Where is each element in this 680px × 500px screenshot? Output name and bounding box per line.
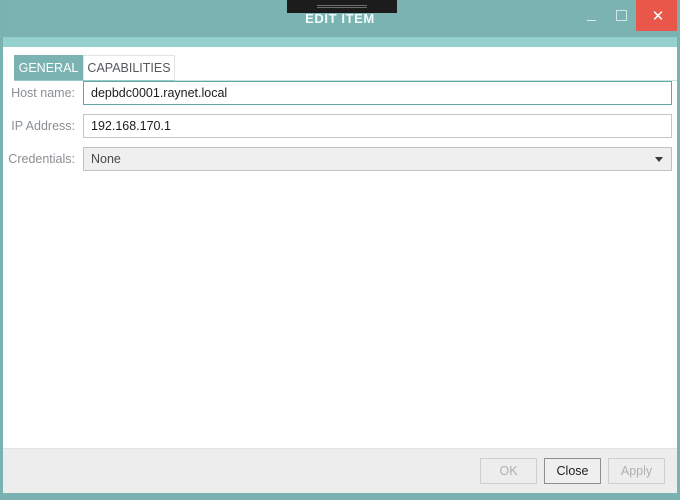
close-icon[interactable]: ✕ [636,0,677,31]
credentials-selected-value: None [91,152,121,166]
ok-button[interactable]: OK [480,458,537,484]
minimize-icon[interactable] [576,0,606,31]
edit-item-dialog: EDIT ITEM ✕ GENERAL CAPABILITIES Host na… [0,0,680,500]
window-controls: ✕ [576,0,677,31]
header-accent-band [3,37,677,47]
hostname-input[interactable] [83,81,672,105]
tab-general[interactable]: GENERAL [14,55,83,80]
tab-capabilities[interactable]: CAPABILITIES [83,55,175,80]
close-button[interactable]: Close [544,458,601,484]
general-form: Host name: IP Address: Credentials: None [3,81,677,180]
maximize-icon[interactable] [606,0,636,31]
credentials-label: Credentials: [8,152,75,166]
hostname-label: Host name: [11,86,75,100]
title-bar: EDIT ITEM ✕ [3,0,677,37]
redaction-line [317,5,367,8]
redaction-overlay [287,0,397,13]
tab-bar: GENERAL CAPABILITIES [3,47,677,81]
ipaddress-label: IP Address: [11,119,75,133]
chevron-down-icon [655,157,663,162]
credentials-select[interactable]: None [83,147,672,171]
field-row-hostname: Host name: [3,81,677,114]
dialog-footer: OK Close Apply [3,448,677,493]
field-row-credentials: Credentials: None [3,147,677,180]
field-row-ipaddress: IP Address: [3,114,677,147]
apply-button[interactable]: Apply [608,458,665,484]
ipaddress-input[interactable] [83,114,672,138]
